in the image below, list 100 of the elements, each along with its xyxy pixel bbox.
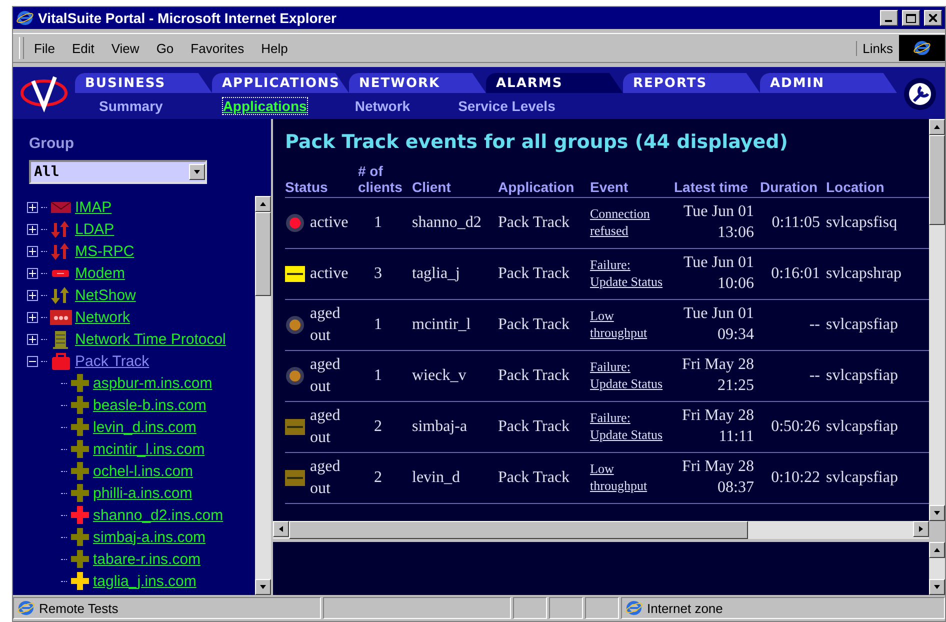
browser-logo-icon: [17, 599, 35, 617]
transfer-olive-icon: [50, 286, 72, 304]
scroll-thumb[interactable]: [289, 521, 748, 539]
tree-link[interactable]: shanno_d2.ins.com: [93, 506, 224, 524]
status-pane: [549, 597, 583, 619]
expand-toggle[interactable]: [27, 290, 38, 300]
tree-link[interactable]: IMAP: [75, 198, 112, 216]
subnav-link[interactable]: Network: [354, 98, 410, 114]
time-cell-text: Fri May 28 21:25: [681, 355, 755, 396]
event-link[interactable]: Failure: Update Status: [590, 257, 663, 291]
tree-link[interactable]: beasle-b.ins.com: [93, 396, 206, 414]
scroll-down-button[interactable]: [929, 579, 945, 595]
duration-cell-text: 0:10:22: [770, 469, 821, 487]
expand-toggle[interactable]: [27, 334, 38, 344]
duration-cell-text: --: [808, 316, 821, 334]
clients-cell-text: 3: [373, 265, 383, 283]
menu-item[interactable]: View: [111, 40, 140, 56]
expand-toggle[interactable]: [27, 312, 38, 322]
browser-logo-icon: [16, 9, 34, 27]
scrollbar[interactable]: [255, 196, 271, 595]
scroll-right-button[interactable]: [913, 521, 929, 537]
clients-cell-text: 1: [373, 316, 383, 334]
client-cell-text: simbaj-a: [412, 418, 468, 436]
scroll-down-button[interactable]: [255, 579, 271, 595]
subnav-link[interactable]: Applications: [222, 98, 307, 114]
scroll-up-button[interactable]: [929, 542, 945, 558]
column-header: Latest time: [674, 179, 749, 197]
client-cell-text: levin_d: [412, 469, 461, 487]
time-cell-text: Tue Jun 01 13:06: [682, 202, 755, 243]
event-link[interactable]: Connection refused: [590, 206, 650, 240]
scroll-up-button[interactable]: [929, 119, 945, 135]
subnav-link[interactable]: Service Levels: [458, 98, 556, 114]
tree-link[interactable]: taglia_j.ins.com: [93, 572, 196, 590]
plus-icon: [29, 270, 36, 276]
status-text: active: [310, 212, 348, 233]
scroll-thumb[interactable]: [255, 212, 271, 296]
group-select[interactable]: All: [29, 160, 207, 184]
tree-link[interactable]: philli-a.ins.com: [93, 484, 192, 502]
status-pane: [513, 597, 547, 619]
tree-link[interactable]: Modem: [75, 264, 126, 282]
application-cell-text: Pack Track: [498, 265, 571, 283]
expand-toggle[interactable]: [27, 202, 38, 212]
menu-item[interactable]: Favorites: [190, 40, 244, 56]
event-link[interactable]: Low throughput: [590, 308, 648, 342]
plus-icon: [29, 248, 36, 254]
application-cell-text: Pack Track: [498, 214, 571, 232]
expand-toggle[interactable]: [27, 224, 38, 234]
column-header: Duration: [760, 179, 819, 197]
expand-toggle[interactable]: [27, 268, 38, 278]
location-cell-text: svlcapsfisq: [826, 214, 898, 232]
nav-tab[interactable]: ALARMS: [486, 73, 623, 93]
duration-cell-text: 0:16:01: [770, 265, 821, 283]
scrollbar[interactable]: [929, 119, 945, 539]
scroll-down-button[interactable]: [929, 505, 945, 521]
menu-item[interactable]: File: [34, 40, 55, 56]
plus-icon: [29, 226, 36, 232]
tree-link[interactable]: ochel-l.ins.com: [93, 462, 194, 480]
status-text: aged out: [310, 406, 340, 448]
tree-link[interactable]: Network: [75, 308, 130, 326]
nav-tab[interactable]: REPORTS: [623, 73, 760, 93]
scroll-left-button[interactable]: [273, 521, 289, 537]
tree-link[interactable]: Network Time Protocol: [75, 330, 226, 348]
plus-icon: [29, 204, 36, 210]
tree-link[interactable]: LDAP: [75, 220, 114, 238]
tree-link[interactable]: levin_d.ins.com: [93, 418, 196, 436]
nav-tab[interactable]: APPLICATIONS: [212, 73, 349, 93]
nav-tab[interactable]: ADMIN: [760, 73, 897, 93]
tree-link[interactable]: mcintir_l.ins.com: [93, 440, 205, 458]
event-link[interactable]: Failure: Update Status: [590, 359, 663, 393]
expand-toggle[interactable]: [27, 246, 38, 256]
close-button[interactable]: [924, 10, 942, 26]
tree-link[interactable]: MS-RPC: [75, 242, 134, 260]
nav-tab[interactable]: BUSINESS: [75, 73, 212, 93]
plus-icon: [29, 314, 36, 320]
column-header: # of clients: [358, 163, 404, 197]
nav-tab[interactable]: NETWORK: [349, 73, 486, 93]
tree-link[interactable]: tabare-r.ins.com: [93, 550, 201, 568]
application-cell-text: Pack Track: [498, 418, 571, 436]
tree-link[interactable]: NetShow: [75, 286, 136, 304]
event-link[interactable]: Failure: Update Status: [590, 410, 663, 444]
tree-link[interactable]: simbaj-a.ins.com: [93, 528, 206, 546]
maximize-button[interactable]: [902, 10, 920, 26]
minimize-button[interactable]: [880, 10, 898, 26]
tree-link[interactable]: Pack Track: [75, 352, 150, 370]
collapse-toggle[interactable]: [27, 356, 38, 366]
menu-item[interactable]: Edit: [72, 40, 94, 56]
menu-item[interactable]: Go: [156, 40, 174, 56]
transfer-icon: [50, 220, 72, 238]
scrollbar[interactable]: [929, 542, 945, 595]
horizontal-scrollbar[interactable]: [273, 521, 929, 539]
tree-link[interactable]: aspbur-m.ins.com: [93, 374, 212, 392]
menu-item[interactable]: Help: [261, 40, 288, 56]
scroll-thumb[interactable]: [929, 135, 945, 225]
column-header: Event: [590, 179, 630, 197]
subnav-link[interactable]: Summary: [99, 98, 163, 114]
client-cell-text: wieck_v: [412, 367, 468, 385]
time-cell-text: Fri May 28 08:37: [681, 457, 755, 498]
scroll-up-button[interactable]: [255, 196, 271, 212]
tool-icon[interactable]: [903, 77, 937, 111]
event-link[interactable]: Low throughput: [590, 461, 648, 495]
